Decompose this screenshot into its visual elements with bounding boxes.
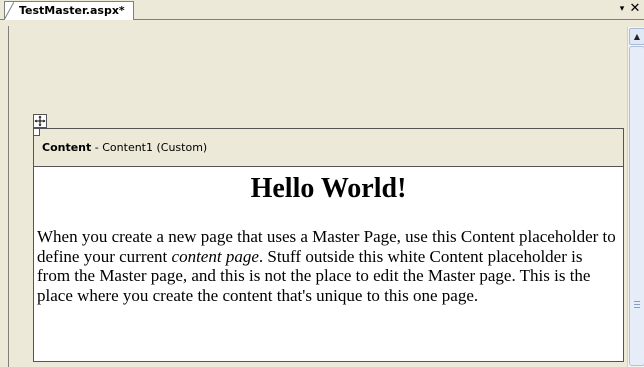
placeholder-marker	[33, 128, 40, 136]
chevron-down-icon[interactable]: ▾	[617, 4, 627, 14]
tab-label: TestMaster.aspx*	[19, 4, 125, 17]
scrollbar-thumb[interactable]	[629, 46, 644, 366]
move-handle-icon[interactable]	[33, 113, 47, 128]
page-heading: Hello World!	[250, 173, 407, 204]
content-label: Content	[42, 141, 92, 154]
document-tab-strip: TestMaster.aspx* ▾ ✕	[0, 0, 644, 20]
close-icon[interactable]: ✕	[629, 1, 641, 17]
content-placeholder-header: Content - Content1 (Custom)	[34, 129, 623, 167]
body-paragraph: When you create a new page that uses a M…	[37, 227, 617, 305]
content-body[interactable]: Hello World! When you create a new page …	[34, 171, 623, 305]
tab-testmaster[interactable]: TestMaster.aspx*	[4, 1, 134, 20]
para-italic: content page	[171, 246, 259, 266]
content-placeholder[interactable]: Content - Content1 (Custom) Hello World!…	[33, 128, 624, 362]
grip-icon	[634, 301, 640, 309]
vertical-scrollbar[interactable]: ▲	[627, 27, 644, 367]
design-surface[interactable]: Content - Content1 (Custom) Hello World!…	[8, 26, 624, 367]
chevron-up-icon[interactable]: ▲	[629, 28, 644, 45]
designer-window: TestMaster.aspx* ▾ ✕ Content - Content1 …	[0, 0, 644, 367]
tab-edge	[4, 2, 14, 20]
content-id-label: - Content1 (Custom)	[91, 141, 208, 154]
